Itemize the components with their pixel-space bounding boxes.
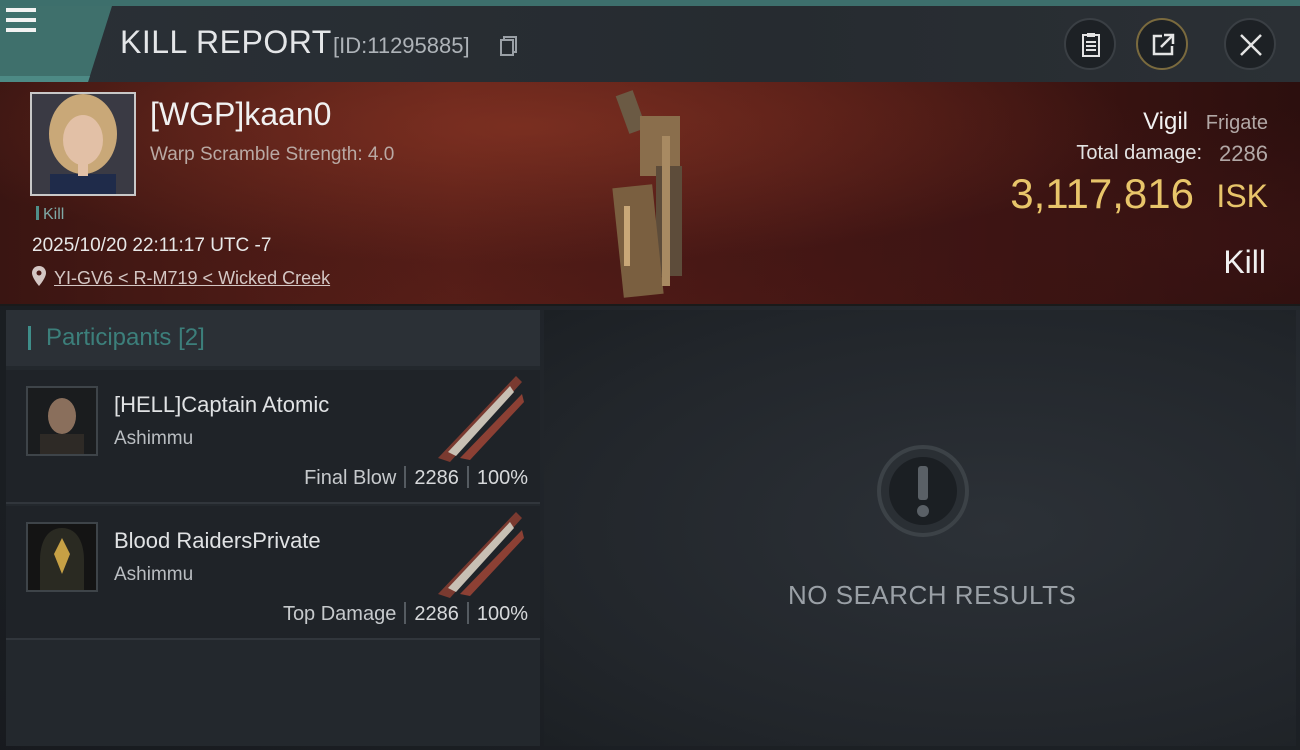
kill-tag-label: Kill	[43, 206, 65, 223]
kill-datetime: 2025/10/20 22:11:17 UTC -7	[32, 235, 272, 256]
participant-row[interactable]: [HELL]Captain Atomic Ashimmu Final Blow 2…	[6, 370, 540, 504]
participant-percent: 100%	[476, 467, 528, 489]
participant-avatar-image	[28, 388, 96, 454]
share-icon	[1152, 33, 1175, 56]
report-id: [ID:11295885]	[333, 33, 470, 58]
isk-value: 3,117,816	[1010, 170, 1194, 217]
participant-ship: Ashimmu	[114, 564, 194, 585]
stat-separator	[404, 602, 407, 624]
page-title: KILL REPORT	[120, 24, 332, 60]
copy-icon[interactable]	[500, 36, 518, 56]
location-pin-icon	[32, 266, 46, 286]
participant-ship-image	[438, 376, 524, 462]
menu-button[interactable]	[0, 6, 112, 82]
participant-stats: Top Damage 2286 100%	[283, 602, 528, 626]
participant-avatar[interactable]	[26, 386, 98, 456]
victim-ship-image[interactable]	[600, 86, 700, 300]
kill-tag-accent	[36, 206, 39, 220]
participant-ship-image	[438, 512, 524, 598]
victim-pilot-name[interactable]: [WGP]kaan0	[150, 96, 331, 133]
kill-result: Kill	[1223, 244, 1266, 280]
exclamation-icon	[877, 445, 969, 537]
stat-separator	[466, 602, 469, 624]
share-button[interactable]	[1136, 18, 1188, 70]
participant-name[interactable]: [HELL]Captain Atomic	[114, 392, 329, 418]
participants-title-label: Participants	[46, 324, 172, 351]
warp-scramble-strength: Warp Scramble Strength: 4.0	[150, 144, 395, 165]
stat-separator	[466, 466, 469, 488]
participants-header[interactable]: Participants [2]	[6, 310, 540, 366]
close-button[interactable]	[1224, 18, 1276, 70]
participant-ship: Ashimmu	[114, 428, 194, 449]
victim-ship-name: Vigil	[1143, 108, 1188, 135]
clipboard-button[interactable]	[1064, 18, 1116, 70]
participants-count: [2]	[178, 324, 205, 351]
victim-ship-class: Frigate	[1205, 112, 1268, 134]
total-damage-value: 2286	[1219, 141, 1268, 166]
menu-icon	[0, 8, 36, 32]
participant-damage: 2286	[414, 603, 459, 625]
stat-separator	[404, 466, 407, 488]
close-icon	[1240, 34, 1262, 56]
kill-location-link[interactable]: YI-GV6 < R-M719 < Wicked Creek	[54, 268, 330, 289]
participant-row[interactable]: Blood RaidersPrivate Ashimmu Top Damage 2…	[6, 506, 540, 640]
isk-unit: ISK	[1216, 178, 1268, 214]
participant-avatar[interactable]	[26, 522, 98, 592]
victim-portrait-image	[32, 94, 134, 194]
participant-percent: 100%	[476, 603, 528, 625]
kill-type-tag: Kill	[36, 206, 64, 224]
participant-stats: Final Blow 2286 100%	[304, 466, 528, 490]
clipboard-icon	[1082, 33, 1100, 57]
victim-portrait[interactable]	[30, 92, 136, 196]
participant-tag: Top Damage	[282, 603, 397, 625]
total-damage-label: Total damage:	[1076, 142, 1202, 164]
participant-damage: 2286	[414, 467, 459, 489]
participant-name[interactable]: Blood RaidersPrivate	[114, 528, 321, 554]
participants-accent	[28, 326, 31, 350]
kill-report-screen: KILL REPORT [ID:11295885] [WGP]kaan0 War…	[0, 0, 1300, 750]
participants-title: Participants [2]	[46, 324, 205, 352]
participant-tag: Final Blow	[304, 467, 397, 489]
empty-state-message: NO SEARCH RESULTS	[788, 580, 1077, 610]
participant-avatar-image	[28, 524, 96, 590]
